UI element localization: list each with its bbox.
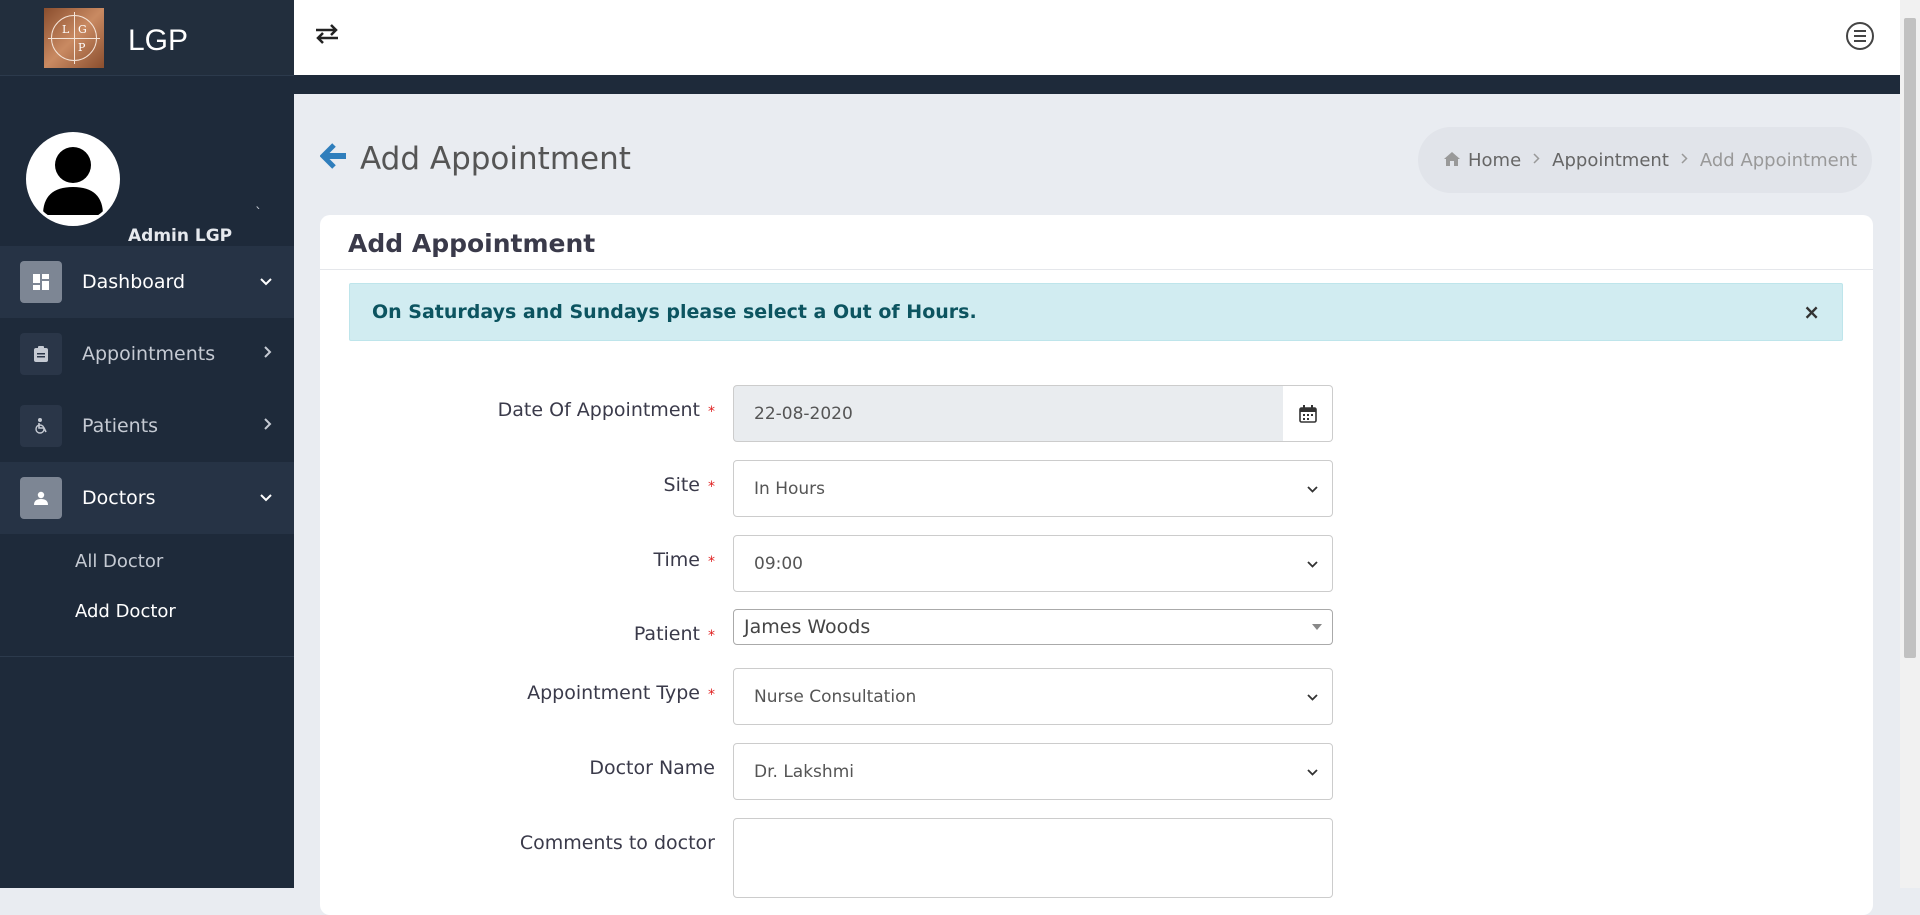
breadcrumb-appointment[interactable]: Appointment	[1552, 150, 1669, 171]
user-silhouette-icon	[43, 147, 103, 215]
wheelchair-icon	[20, 405, 62, 447]
time-label: Time *	[654, 549, 716, 571]
time-select[interactable]: 09:00	[733, 535, 1333, 592]
sidebar-item-label: Patients	[82, 415, 159, 437]
profile-name: Admin LGP	[128, 226, 233, 246]
doctor-name-label: Doctor Name	[589, 757, 715, 779]
required-mark: *	[708, 554, 715, 570]
info-alert: On Saturdays and Sundays please select a…	[349, 283, 1843, 341]
brand: L G P LGP	[0, 0, 294, 76]
site-value: In Hours	[754, 478, 825, 499]
chevron-right-icon	[1681, 152, 1688, 168]
close-icon[interactable]: ×	[1803, 300, 1820, 324]
site-select[interactable]: In Hours	[733, 460, 1333, 517]
chevron-down-icon	[260, 490, 272, 506]
sidebar-subitem-add-doctor[interactable]: Add Doctor	[75, 601, 176, 622]
appointment-card: Add Appointment On Saturdays and Sundays…	[320, 215, 1873, 915]
profile-mark: `	[255, 206, 262, 222]
required-mark: *	[708, 628, 715, 644]
sidebar-item-patients[interactable]: Patients	[0, 390, 294, 462]
menu-circle-icon[interactable]	[1846, 22, 1874, 50]
breadcrumb: Home Appointment Add Appointment	[1418, 127, 1872, 193]
patient-label-text: Patient	[633, 623, 700, 645]
card-title: Add Appointment	[348, 229, 596, 258]
swap-arrows-icon[interactable]	[314, 22, 340, 52]
topbar-strip	[294, 75, 1900, 94]
logo-letter: G	[78, 22, 87, 36]
required-mark: *	[708, 404, 715, 420]
doctor-name-select[interactable]: Dr. Lakshmi	[733, 743, 1333, 800]
sidebar-item-appointments[interactable]: Appointments	[0, 318, 294, 390]
lgp-logo[interactable]: L G P	[44, 7, 104, 68]
user-profile: ` Admin LGP Admin	[0, 76, 294, 280]
appointment-type-select[interactable]: Nurse Consultation	[733, 668, 1333, 725]
logo-divider	[48, 37, 100, 39]
user-icon	[20, 477, 62, 519]
time-value: 09:00	[754, 553, 803, 574]
topbar	[294, 0, 1900, 75]
chevron-down-icon	[1307, 690, 1318, 704]
chevron-right-icon	[264, 418, 272, 434]
date-label: Date Of Appointment *	[498, 399, 715, 421]
chevron-down-icon	[1307, 557, 1318, 571]
scrollbar[interactable]	[1900, 0, 1920, 888]
logo-letter: L	[62, 22, 70, 36]
doctors-submenu: All Doctor Add Doctor	[0, 536, 294, 657]
patient-select[interactable]: James Woods	[733, 609, 1333, 645]
appointment-type-value: Nurse Consultation	[754, 686, 917, 707]
sidebar-item-dashboard[interactable]: Dashboard	[0, 246, 294, 318]
required-mark: *	[708, 479, 715, 495]
sidebar-item-label: Doctors	[82, 487, 156, 509]
divider	[320, 269, 1873, 270]
clipboard-icon	[20, 333, 62, 375]
chevron-down-icon	[1307, 482, 1318, 496]
chevron-down-icon	[260, 274, 272, 290]
required-mark: *	[708, 687, 715, 703]
calendar-icon	[1298, 404, 1317, 423]
avatar[interactable]	[26, 132, 120, 226]
site-label-text: Site	[663, 474, 700, 496]
chevron-right-icon	[1533, 152, 1540, 168]
back-arrow-icon[interactable]	[319, 140, 348, 178]
breadcrumb-current: Add Appointment	[1699, 149, 1858, 171]
sidebar-item-doctors[interactable]: Doctors	[0, 462, 294, 534]
comments-label: Comments to doctor	[520, 832, 715, 854]
page-title: Add Appointment	[319, 140, 631, 178]
sidebar: L G P LGP ` Admin LGP Admin Dashboard Ap…	[0, 0, 294, 888]
caret-down-icon	[1312, 624, 1322, 630]
date-label-text: Date Of Appointment	[497, 399, 700, 421]
comments-label-text: Comments to doctor	[519, 832, 715, 854]
patient-value: James Woods	[744, 616, 871, 638]
site-label: Site *	[664, 474, 715, 496]
page-title-text: Add Appointment	[360, 141, 631, 177]
date-field[interactable]: 22-08-2020	[733, 385, 1284, 442]
dashboard-icon	[20, 261, 62, 303]
doctor-name-value: Dr. Lakshmi	[754, 761, 854, 782]
time-label-text: Time	[653, 549, 701, 571]
patient-label: Patient *	[634, 623, 715, 645]
date-value: 22-08-2020	[754, 403, 853, 424]
breadcrumb-home[interactable]: Home	[1468, 150, 1521, 171]
sidebar-subitem-all-doctor[interactable]: All Doctor	[75, 551, 163, 572]
appointment-type-label: Appointment Type *	[527, 682, 715, 704]
sidebar-item-label: Appointments	[82, 343, 216, 365]
brand-name[interactable]: LGP	[128, 24, 188, 58]
scroll-thumb[interactable]	[1904, 18, 1916, 658]
calendar-button[interactable]	[1283, 385, 1333, 442]
doctor-name-label-text: Doctor Name	[589, 757, 715, 779]
logo-letter: P	[78, 40, 86, 54]
appointment-type-label-text: Appointment Type	[527, 682, 700, 704]
home-icon[interactable]	[1444, 151, 1460, 170]
chevron-down-icon	[1307, 765, 1318, 779]
alert-text: On Saturdays and Sundays please select a…	[372, 301, 977, 323]
chevron-right-icon	[264, 346, 272, 362]
sidebar-item-label: Dashboard	[82, 271, 186, 293]
comments-textarea[interactable]	[733, 818, 1333, 898]
